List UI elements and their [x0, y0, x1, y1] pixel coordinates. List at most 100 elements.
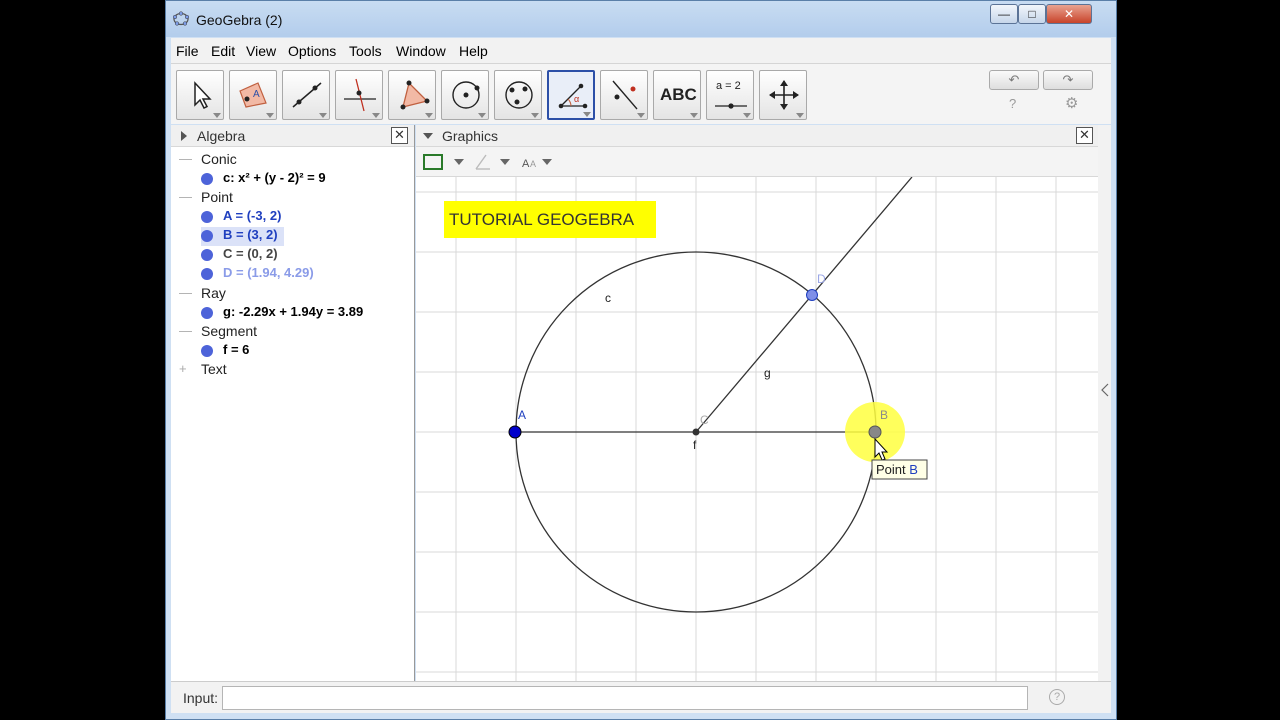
svg-text:A: A — [530, 159, 536, 169]
menu-window[interactable]: Window — [396, 43, 446, 59]
close-window-button[interactable]: ✕ — [1046, 4, 1092, 24]
circle-three-points-tool-button[interactable] — [494, 70, 542, 120]
category-segment[interactable]: Segment — [201, 323, 257, 342]
point-capturing-icon[interactable] — [472, 151, 518, 173]
ray-g[interactable] — [695, 177, 913, 433]
help-icon[interactable]: ? — [1009, 96, 1016, 111]
tooltip-point-name: B — [909, 462, 918, 477]
algebra-item-d-text: D = (1.94, 4.29) — [223, 265, 314, 280]
menu-options[interactable]: Options — [288, 43, 336, 59]
point-a[interactable] — [508, 425, 522, 439]
slider-tool-label: a = 2 — [716, 80, 741, 92]
menu-file[interactable]: File — [176, 43, 199, 59]
visibility-dot-icon[interactable] — [201, 249, 213, 261]
move-tool-button[interactable] — [176, 70, 224, 120]
tutorial-label[interactable]: TUTORIAL GEOGEBRA — [449, 210, 635, 229]
close-graphics-icon[interactable]: ✕ — [1076, 127, 1093, 144]
close-algebra-icon[interactable]: ✕ — [391, 127, 408, 144]
reflect-tool-button[interactable] — [600, 70, 648, 120]
dropdown-triangle-icon — [531, 113, 539, 118]
point-tool-button[interactable]: A — [229, 70, 277, 120]
input-field[interactable] — [222, 686, 1028, 710]
category-text[interactable]: Text — [201, 361, 227, 380]
expand-text-icon[interactable]: + — [179, 361, 187, 376]
collapse-ray-icon[interactable]: — — [179, 285, 192, 300]
visibility-dot-icon[interactable] — [201, 307, 213, 319]
input-help-icon[interactable]: ? — [1049, 689, 1065, 705]
menu-bar: File Edit View Options Tools Window Help — [171, 38, 1111, 64]
collapse-segment-icon[interactable]: — — [179, 323, 192, 338]
dropdown-triangle-icon — [583, 112, 591, 117]
label-point-d: D — [817, 272, 826, 286]
point-on-object-icon: A — [239, 82, 267, 108]
triangle-left-icon[interactable] — [1100, 383, 1110, 397]
angle-icon: α — [558, 83, 588, 109]
polygon-icon — [400, 80, 430, 110]
maximize-button[interactable]: □ — [1018, 4, 1046, 24]
point-c[interactable] — [692, 428, 700, 436]
point-b[interactable] — [868, 425, 882, 439]
category-ray[interactable]: Ray — [201, 285, 226, 304]
visibility-dot-icon[interactable] — [201, 211, 213, 223]
minimize-button[interactable]: — — [990, 4, 1018, 24]
slider-tool-button[interactable]: a = 2 — [706, 70, 754, 120]
graphics-style-bar: AA — [416, 147, 1098, 177]
text-tool-label: ABC — [660, 85, 697, 104]
dropdown-triangle-icon — [637, 113, 645, 118]
algebra-item-g-text: g: -2.29x + 1.94y = 3.89 — [223, 304, 364, 319]
axes-grid-toggle-icon[interactable] — [422, 151, 468, 173]
polygon-tool-button[interactable] — [388, 70, 436, 120]
algebra-panel-title: Algebra — [197, 128, 246, 144]
algebra-item-c[interactable]: c: x² + (y - 2)² = 9 — [201, 170, 326, 189]
visibility-dot-icon[interactable] — [201, 345, 213, 357]
tooltip-text: Point B — [876, 462, 918, 477]
algebra-panel: Algebra ✕ — Conic c: x² + (y - 2)² = 9 —… — [171, 125, 415, 681]
line-tool-button[interactable] — [282, 70, 330, 120]
collapse-conic-icon[interactable]: — — [179, 151, 192, 166]
label-style-icon[interactable]: AA — [520, 151, 566, 173]
dropdown-triangle-icon — [743, 113, 751, 118]
input-label: Input: — [183, 690, 219, 706]
input-bar: Input: ? — [171, 681, 1111, 713]
undo-button[interactable]: ↶ — [989, 70, 1039, 90]
gear-icon[interactable]: ⚙ — [1065, 94, 1078, 112]
angle-tool-button[interactable]: α — [547, 70, 595, 120]
label-point-a: A — [518, 408, 526, 422]
redo-button[interactable]: ↷ — [1043, 70, 1093, 90]
algebra-item-f-text: f = 6 — [223, 342, 250, 357]
algebra-item-g[interactable]: g: -2.29x + 1.94y = 3.89 — [201, 304, 364, 323]
svg-text:A: A — [522, 158, 530, 170]
visibility-dot-icon[interactable] — [201, 173, 213, 185]
algebra-item-b[interactable]: B = (3, 2) — [201, 227, 284, 246]
text-tool-button[interactable]: ABC — [653, 70, 701, 120]
tooltip-prefix: Point — [876, 462, 909, 477]
algebra-item-a[interactable]: A = (-3, 2) — [201, 208, 281, 227]
triangle-down-icon[interactable] — [422, 131, 434, 141]
menu-tools[interactable]: Tools — [349, 43, 382, 59]
circle-center-point-tool-button[interactable] — [441, 70, 489, 120]
title-bar: GeoGebra (2) — □ ✕ — [166, 1, 1116, 37]
menu-edit[interactable]: Edit — [211, 43, 235, 59]
sidebar-collapse-strip — [1098, 125, 1111, 681]
point-d[interactable] — [806, 289, 818, 301]
category-conic[interactable]: Conic — [201, 151, 237, 170]
circle-through-points-icon — [505, 81, 533, 109]
algebra-item-d[interactable]: D = (1.94, 4.29) — [201, 265, 314, 284]
dropdown-triangle-icon — [372, 113, 380, 118]
visibility-dot-icon[interactable] — [201, 268, 213, 280]
label-point-c: C — [700, 413, 709, 427]
dropdown-triangle-icon — [266, 113, 274, 118]
dropdown-triangle-icon — [690, 113, 698, 118]
move-graphics-view-tool-button[interactable] — [759, 70, 807, 120]
menu-help[interactable]: Help — [459, 43, 488, 59]
perpendicular-tool-button[interactable] — [335, 70, 383, 120]
category-point[interactable]: Point — [201, 189, 233, 208]
visibility-dot-icon[interactable] — [201, 230, 213, 242]
algebra-item-f[interactable]: f = 6 — [201, 342, 250, 361]
menu-view[interactable]: View — [246, 43, 276, 59]
algebra-item-c-point[interactable]: C = (0, 2) — [201, 246, 278, 265]
collapse-point-icon[interactable]: — — [179, 189, 192, 204]
triangle-right-icon[interactable] — [179, 130, 189, 142]
graphics-canvas[interactable]: TUTORIAL GEOGEBRA c g f A C D B Point B — [416, 177, 1098, 681]
graphics-panel: Graphics ✕ AA TUTORIAL GEOGEBRA c g f A … — [416, 125, 1098, 681]
